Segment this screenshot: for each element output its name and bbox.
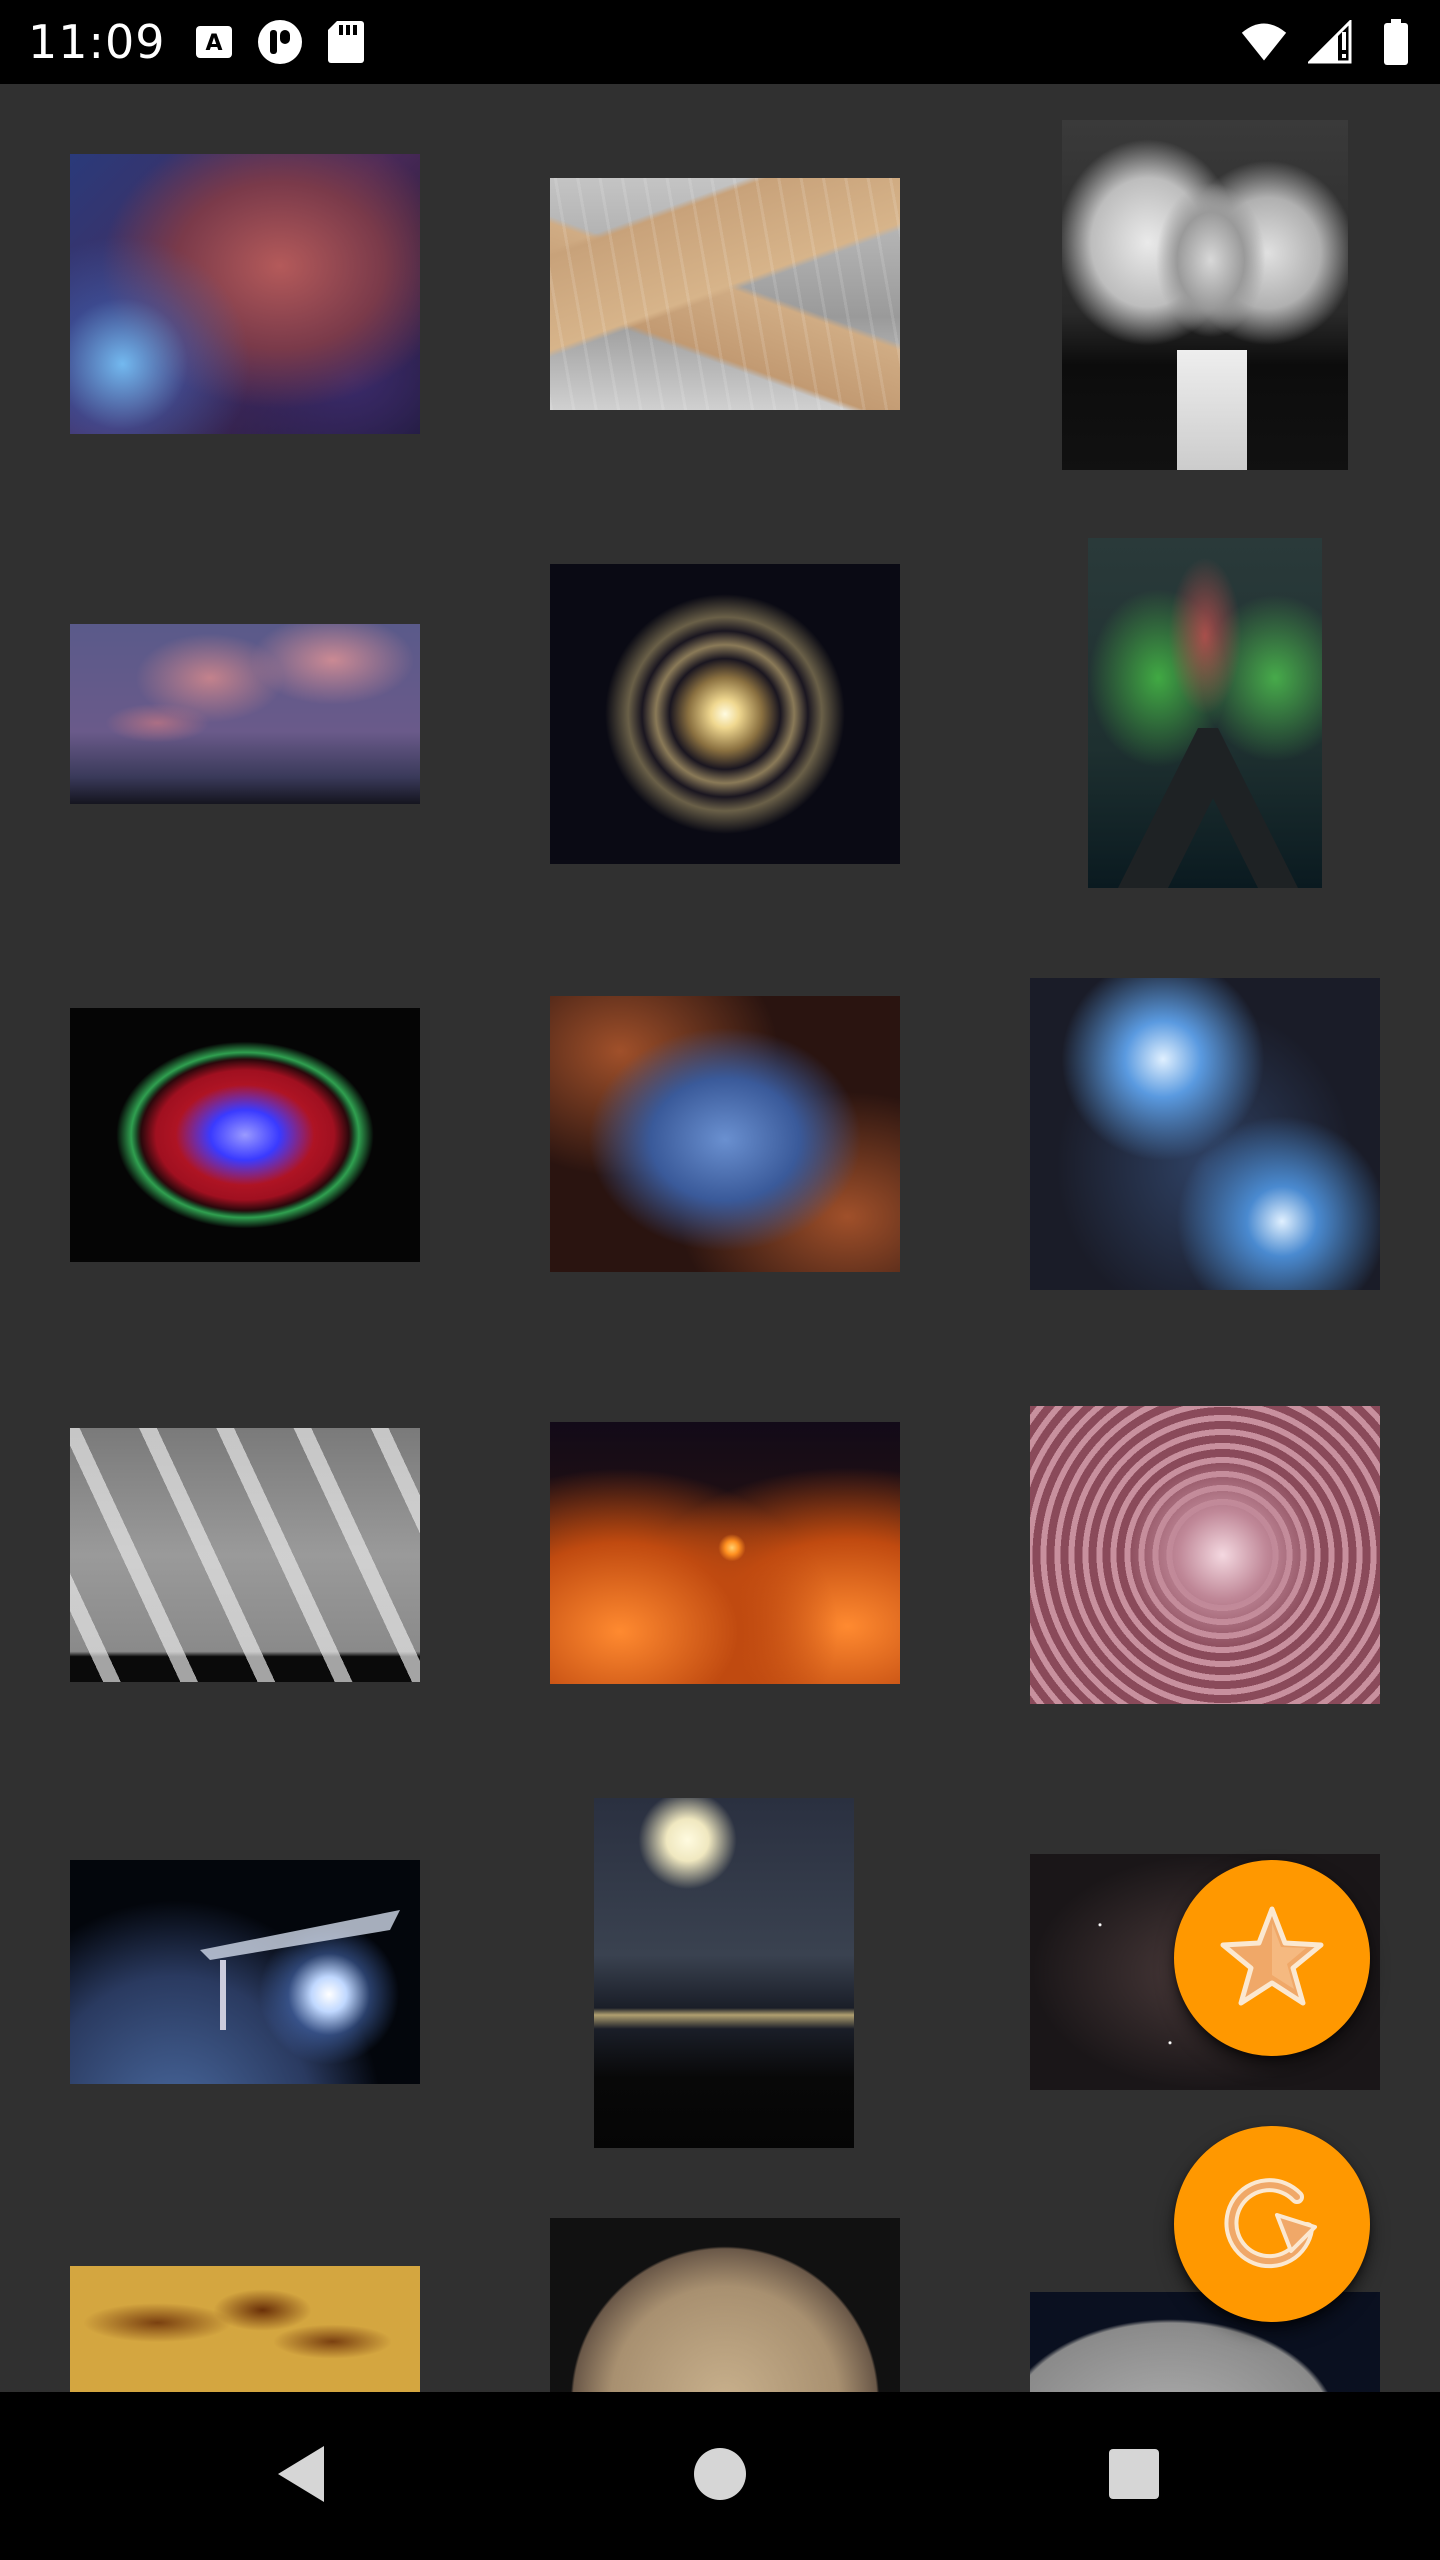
gallery-image[interactable] — [550, 2218, 900, 2392]
wifi-icon — [1240, 14, 1288, 70]
gallery-image[interactable] — [1088, 538, 1322, 888]
image-gallery-grid[interactable] — [0, 84, 1440, 2392]
gallery-image[interactable] — [550, 178, 900, 410]
refresh-button[interactable] — [1174, 2126, 1370, 2322]
gallery-image[interactable] — [550, 564, 900, 864]
home-icon — [692, 2446, 748, 2507]
gallery-image[interactable] — [550, 996, 900, 1272]
sd-card-icon — [322, 14, 370, 70]
gallery-image[interactable] — [70, 1008, 420, 1262]
gallery-image[interactable] — [550, 1422, 900, 1684]
star-icon — [1217, 1901, 1327, 2016]
back-icon — [272, 2442, 332, 2511]
gallery-image[interactable] — [1030, 978, 1380, 1290]
status-bar: 11:09 A — [0, 0, 1440, 84]
gallery-image[interactable] — [70, 2266, 420, 2392]
signal-icon — [1306, 14, 1354, 70]
gallery-image[interactable] — [70, 1860, 420, 2084]
status-right-icons — [1240, 14, 1420, 70]
gallery-image[interactable] — [1030, 2292, 1380, 2392]
battery-icon — [1372, 14, 1420, 70]
app-notification-icon: A — [190, 14, 238, 70]
back-button[interactable] — [252, 2426, 352, 2526]
status-left-icons: A — [190, 14, 370, 70]
gallery-image[interactable] — [1062, 120, 1348, 470]
favorite-button[interactable] — [1174, 1860, 1370, 2056]
navigation-bar — [0, 2392, 1440, 2560]
recents-button[interactable] — [1084, 2426, 1184, 2526]
gallery-image[interactable] — [70, 1428, 420, 1682]
gallery-image[interactable] — [1030, 1406, 1380, 1704]
refresh-icon — [1217, 2167, 1327, 2282]
home-button[interactable] — [670, 2426, 770, 2526]
gallery-image[interactable] — [70, 624, 420, 804]
status-time: 11:09 — [28, 15, 166, 69]
recents-icon — [1107, 2447, 1161, 2506]
svg-text:A: A — [205, 31, 222, 56]
a11y-icon — [256, 14, 304, 70]
gallery-image[interactable] — [70, 154, 420, 434]
gallery-image[interactable] — [594, 1798, 854, 2148]
